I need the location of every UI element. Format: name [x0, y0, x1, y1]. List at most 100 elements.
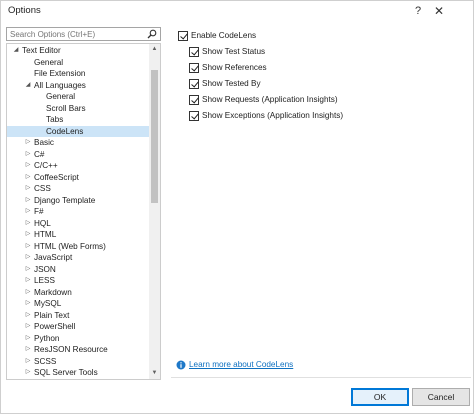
- tree-item[interactable]: ▷ HTML (Web Forms): [7, 241, 149, 253]
- tree-item[interactable]: ▷ F#: [7, 206, 149, 218]
- tree-item-label: General: [34, 57, 64, 67]
- collapsed-arrow-icon[interactable]: ▷: [24, 298, 32, 310]
- tree-item[interactable]: ▷ SCSS: [7, 356, 149, 368]
- ok-button[interactable]: OK: [351, 388, 409, 406]
- cancel-button[interactable]: Cancel: [412, 388, 470, 406]
- option-checkbox[interactable]: [189, 95, 199, 105]
- scrollbar-thumb[interactable]: [151, 70, 158, 203]
- collapsed-arrow-icon[interactable]: ▷: [24, 379, 32, 380]
- tree-item[interactable]: File Extension: [7, 68, 149, 80]
- tree-item[interactable]: ▷ JavaScript: [7, 252, 149, 264]
- tree-item-label: F#: [34, 207, 44, 216]
- tree-item[interactable]: ▷ LESS: [7, 275, 149, 287]
- tree-item[interactable]: General: [7, 57, 149, 69]
- tree-item-label: Django Template: [34, 195, 96, 205]
- tree-item-label: CodeLens: [46, 126, 84, 136]
- tree-item-label: Python: [34, 333, 60, 343]
- collapsed-arrow-icon[interactable]: ▷: [24, 264, 32, 276]
- tree-item-label: ResJSON Resource: [34, 345, 108, 354]
- tree-item-label: CSS: [34, 184, 51, 193]
- tree-item-label: JSON: [34, 264, 56, 274]
- collapsed-arrow-icon[interactable]: ▷: [24, 183, 32, 195]
- search-icon[interactable]: [147, 29, 157, 39]
- tree-item[interactable]: ▷ Basic: [7, 137, 149, 149]
- collapsed-arrow-icon[interactable]: ▷: [24, 229, 32, 241]
- tree-item[interactable]: ▷ HQL: [7, 218, 149, 230]
- tree-item-label: General: [46, 92, 76, 101]
- collapsed-arrow-icon[interactable]: ▷: [24, 310, 32, 322]
- collapsed-arrow-icon[interactable]: ▷: [24, 206, 32, 218]
- option-label: Show Tested By: [202, 79, 261, 88]
- close-icon[interactable]: ✕: [431, 3, 447, 19]
- tree-item-label: CoffeeScript: [34, 172, 79, 182]
- tree-item[interactable]: ▷ SQL Server Tools: [7, 367, 149, 379]
- tree-item-label: JavaScript: [34, 253, 73, 262]
- collapsed-arrow-icon[interactable]: ▷: [24, 218, 32, 230]
- scroll-up-icon[interactable]: ▲: [149, 44, 160, 55]
- tree-item-label: Tabs: [46, 115, 64, 124]
- expanded-arrow-icon[interactable]: ◢: [24, 80, 32, 92]
- tree-item[interactable]: Scroll Bars: [7, 103, 149, 115]
- tree-item-label: All Languages: [34, 80, 86, 90]
- enable-codelens-checkbox[interactable]: [178, 31, 188, 41]
- scroll-down-icon[interactable]: ▼: [149, 368, 160, 379]
- collapsed-arrow-icon[interactable]: ▷: [24, 356, 32, 368]
- option-checkbox[interactable]: [189, 111, 199, 121]
- learn-more-link[interactable]: Learn more about CodeLens: [189, 359, 293, 371]
- tree-item-label: T-SQL90: [34, 379, 67, 380]
- window-title: Options: [8, 5, 41, 16]
- collapsed-arrow-icon[interactable]: ▷: [24, 321, 32, 333]
- tree-item[interactable]: ▷ CSS: [7, 183, 149, 195]
- tree-item-label: C/C++: [34, 161, 58, 170]
- tree-item[interactable]: ▷ ResJSON Resource: [7, 344, 149, 356]
- tree-item[interactable]: ▷T-SQL90: [7, 379, 149, 380]
- tree-item[interactable]: ▷ JSON: [7, 264, 149, 276]
- collapsed-arrow-icon[interactable]: ▷: [24, 275, 32, 287]
- tree-item[interactable]: Tabs: [7, 114, 149, 126]
- tree-item-label: File Extension: [34, 69, 86, 78]
- tree-item-label: C#: [34, 149, 45, 159]
- tree-item[interactable]: ◢ All Languages: [7, 80, 149, 92]
- expanded-arrow-icon[interactable]: ◢: [12, 45, 20, 57]
- title-bar: Options ? ✕: [1, 1, 473, 21]
- tree-item[interactable]: ▷ C#: [7, 149, 149, 161]
- option-checkbox[interactable]: [189, 63, 199, 73]
- tree-item[interactable]: ▷ PowerShell: [7, 321, 149, 333]
- tree-item-label: Scroll Bars: [46, 103, 86, 113]
- tree-item[interactable]: ▷ HTML: [7, 229, 149, 241]
- tree-item[interactable]: ▷ Django Template: [7, 195, 149, 207]
- option-checkbox[interactable]: [189, 47, 199, 57]
- tree-item[interactable]: ▷ CoffeeScript: [7, 172, 149, 184]
- tree-item[interactable]: General: [7, 91, 149, 103]
- collapsed-arrow-icon[interactable]: ▷: [24, 137, 32, 149]
- collapsed-arrow-icon[interactable]: ▷: [24, 252, 32, 264]
- collapsed-arrow-icon[interactable]: ▷: [24, 287, 32, 299]
- info-icon: [176, 360, 186, 370]
- collapsed-arrow-icon[interactable]: ▷: [24, 195, 32, 207]
- tree-item[interactable]: ▷ Python: [7, 333, 149, 345]
- footer-separator: [171, 377, 471, 378]
- tree-item[interactable]: ▷ Markdown: [7, 287, 149, 299]
- tree-item[interactable]: ◢ Text Editor: [7, 45, 149, 57]
- tree-item-label: LESS: [34, 276, 55, 285]
- option-checkbox[interactable]: [189, 79, 199, 89]
- search-box[interactable]: [6, 27, 161, 41]
- collapsed-arrow-icon[interactable]: ▷: [24, 149, 32, 161]
- collapsed-arrow-icon[interactable]: ▷: [24, 241, 32, 253]
- tree-item[interactable]: ▷ Plain Text: [7, 310, 149, 322]
- collapsed-arrow-icon[interactable]: ▷: [24, 344, 32, 356]
- collapsed-arrow-icon[interactable]: ▷: [24, 172, 32, 184]
- tree-item-label: HTML: [34, 230, 57, 239]
- collapsed-arrow-icon[interactable]: ▷: [24, 333, 32, 345]
- help-icon[interactable]: ?: [410, 3, 426, 19]
- tree-item-label: HTML (Web Forms): [34, 241, 106, 251]
- collapsed-arrow-icon[interactable]: ▷: [24, 367, 32, 379]
- tree-item[interactable]: ▷ C/C++: [7, 160, 149, 172]
- tree-item[interactable]: ▷ MySQL: [7, 298, 149, 310]
- collapsed-arrow-icon[interactable]: ▷: [24, 160, 32, 172]
- option-label: Show Test Status: [202, 47, 266, 56]
- tree-item-label: MySQL: [34, 299, 62, 308]
- tree-scrollbar[interactable]: ▲ ▼: [149, 44, 160, 379]
- tree-item[interactable]: CodeLens: [7, 125, 149, 137]
- search-input[interactable]: [10, 28, 142, 40]
